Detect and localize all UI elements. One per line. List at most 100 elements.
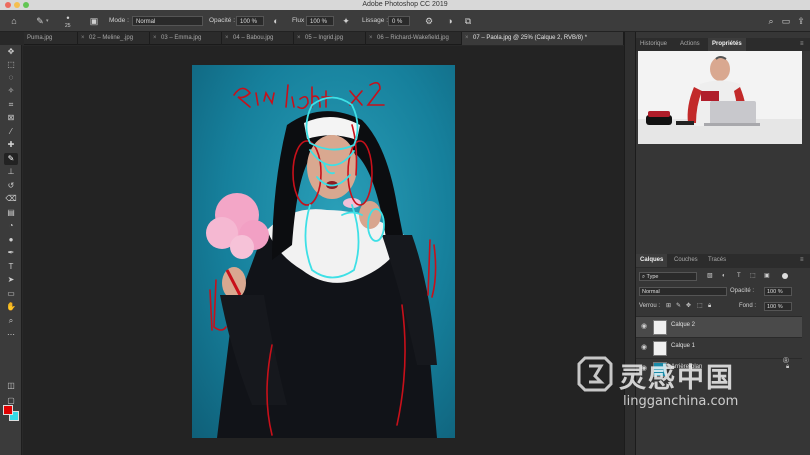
doc-tab-label: 05 – Ingrid.jpg	[305, 35, 344, 41]
properties-panel-tabs: Historique Actions Propriétés ≡	[636, 38, 810, 51]
doc-tab[interactable]: × 02 – Meline_.jpg	[78, 32, 150, 45]
filter-toggle[interactable]	[782, 273, 788, 279]
layer-fill-input[interactable]: 100 %	[764, 302, 792, 311]
lock-position-icon[interactable]: ✥	[686, 300, 691, 313]
hand-tool-icon[interactable]: ✋	[4, 301, 18, 313]
opacity-label: Opacité :	[730, 288, 755, 294]
blur-tool-icon[interactable]: ◔	[4, 220, 18, 232]
close-tab-icon[interactable]: ×	[153, 32, 159, 45]
layer-opacity-input[interactable]: 100 %	[764, 287, 792, 296]
filter-smart-object-icon[interactable]: ▣	[764, 270, 770, 283]
search-icon[interactable]: ⌕	[765, 15, 777, 27]
watermark-url: lingganchina.com	[623, 394, 739, 409]
doc-tab[interactable]: × 04 – Babou.jpg	[222, 32, 294, 45]
pen-tool-icon[interactable]: ✒	[4, 247, 18, 259]
blend-mode-dropdown[interactable]: Normal	[639, 287, 727, 296]
lock-all-icon[interactable]: 🔒︎	[708, 300, 711, 313]
marquee-tool-icon[interactable]: ⬚	[4, 59, 18, 71]
layer-name: Calque 2	[671, 322, 696, 328]
smoothing-settings-gear-icon[interactable]: ⚙	[423, 15, 435, 27]
layers-panel-menu-icon[interactable]: ≡	[796, 254, 808, 267]
watermark-logo	[577, 356, 613, 392]
path-selection-tool-icon[interactable]: ➤	[4, 274, 18, 286]
doc-tab[interactable]: × 05 – Ingrid.jpg	[294, 32, 366, 45]
clone-stamp-tool-icon[interactable]: ⊥	[4, 166, 18, 178]
lock-pixels-icon[interactable]: ✎	[676, 300, 681, 313]
smoothing-input[interactable]: 0 %	[388, 16, 410, 26]
quick-mask-icon[interactable]: ◫	[4, 380, 18, 392]
doc-tab-label: 07 – Paola.jpg @ 25% (Calque 2, RVB/8) *	[473, 35, 588, 41]
close-tab-icon[interactable]: ×	[369, 32, 375, 45]
eraser-tool-icon[interactable]: ⌫	[4, 193, 18, 205]
close-tab-icon[interactable]: ×	[81, 32, 87, 45]
filter-adjustment-icon[interactable]: ◐	[722, 270, 726, 283]
layer-filter-kind: Type	[646, 274, 659, 280]
layer-filter-dropdown[interactable]: ⌕ Type	[639, 272, 697, 281]
opacity-input[interactable]: 100 %	[236, 16, 264, 26]
rectangle-tool-icon[interactable]: ▭	[4, 288, 18, 300]
lock-label: Verrou :	[639, 303, 661, 309]
share-icon[interactable]: ⇪	[795, 15, 807, 27]
preset-chevron-icon[interactable]: ▾	[46, 15, 49, 27]
tab-historique[interactable]: Historique	[636, 38, 671, 51]
tab-calques[interactable]: Calques	[636, 254, 668, 267]
visibility-eye-icon[interactable]: ◉	[640, 323, 648, 331]
lock-artboard-icon[interactable]: ⬚	[697, 300, 703, 313]
panel-menu-icon[interactable]: ≡	[796, 38, 808, 51]
pressure-size-icon[interactable]: ◑	[444, 15, 456, 27]
eyedropper-tool-icon[interactable]: ⁄	[4, 126, 18, 138]
doc-tab-active[interactable]: × 07 – Paola.jpg @ 25% (Calque 2, RVB/8) …	[462, 32, 624, 45]
layer-row[interactable]: ◉ Calque 2	[636, 316, 802, 337]
mode-dropdown[interactable]: Normal	[132, 16, 203, 26]
tab-proprietes[interactable]: Propriétés	[708, 38, 746, 51]
history-brush-tool-icon[interactable]: ↺	[4, 180, 18, 192]
close-tab-icon[interactable]: ×	[297, 32, 303, 45]
frame-tool-icon[interactable]: ⊠	[4, 112, 18, 124]
watermark-registered-mark: ®	[783, 356, 789, 365]
tab-couches[interactable]: Couches	[670, 254, 702, 267]
symmetry-icon[interactable]: ⧉	[462, 15, 474, 27]
filter-pixel-icon[interactable]: ▧	[707, 270, 713, 283]
move-tool-icon[interactable]: ✥	[4, 46, 18, 58]
brush-tool-icon[interactable]: ✎	[34, 15, 46, 27]
workspace-icon[interactable]: ▭	[780, 15, 792, 27]
screen-mode-icon[interactable]: ▢	[4, 395, 18, 407]
zoom-tool-icon[interactable]: ⌕	[4, 315, 18, 327]
filter-shape-icon[interactable]: ⬚	[750, 270, 756, 283]
magic-wand-tool-icon[interactable]: ✧	[4, 85, 18, 97]
pressure-opacity-icon[interactable]: ◐	[270, 15, 282, 27]
crop-tool-icon[interactable]: ⌗	[4, 99, 18, 111]
healing-brush-tool-icon[interactable]: ✚	[4, 139, 18, 151]
tab-actions[interactable]: Actions	[676, 38, 704, 51]
filter-type-icon[interactable]: T	[737, 270, 741, 283]
type-tool-icon[interactable]: T	[4, 261, 18, 273]
smoothing-label: Lissage :	[362, 17, 389, 24]
doc-tab[interactable]: × 03 – Emma.jpg	[150, 32, 222, 45]
brush-tool-icon[interactable]: ✎	[4, 153, 18, 165]
document-image[interactable]	[192, 65, 455, 438]
more-tools-icon[interactable]: ⋯	[4, 329, 18, 341]
doc-tab-label: Puma.jpg	[27, 35, 53, 41]
home-icon[interactable]: ⌂	[8, 15, 20, 27]
dodge-tool-icon[interactable]: ●	[4, 234, 18, 246]
tools-panel: ✥ ⬚ ◌ ✧ ⌗ ⊠ ⁄ ✚ ✎ ⊥ ↺ ⌫ ▤ ◔ ● ✒ T ➤ ▭ ✋ …	[0, 45, 22, 455]
lasso-tool-icon[interactable]: ◌	[4, 72, 18, 84]
gradient-tool-icon[interactable]: ▤	[4, 207, 18, 219]
layer-name: Calque 1	[671, 343, 696, 349]
close-tab-icon[interactable]: ×	[465, 32, 471, 45]
lock-fill-row: Verrou : ⊞ ✎ ✥ ⬚ 🔒︎ Fond : 100 %	[636, 300, 810, 313]
tab-traces[interactable]: Tracés	[704, 254, 730, 267]
doc-tab[interactable]: Puma.jpg	[24, 32, 78, 45]
doc-tab-label: 04 – Babou.jpg	[233, 35, 274, 41]
lock-transparent-icon[interactable]: ⊞	[666, 300, 671, 313]
layer-thumbnail	[653, 320, 667, 335]
fill-label: Fond :	[739, 303, 757, 309]
doc-tab[interactable]: × 06 – Richard-Wakefield.jpg	[366, 32, 462, 45]
close-tab-icon[interactable]: ×	[225, 32, 231, 45]
document-canvas-area[interactable]	[23, 46, 624, 455]
airbrush-icon[interactable]: ✦	[340, 15, 352, 27]
flow-input[interactable]: 100 %	[306, 16, 334, 26]
brush-settings-icon[interactable]: ▣	[88, 15, 100, 27]
layer-filter-row: ⌕ Type ▧ ◐ T ⬚ ▣	[636, 270, 810, 283]
watermark: 灵感中国 ® lingganchina.com	[571, 350, 807, 416]
